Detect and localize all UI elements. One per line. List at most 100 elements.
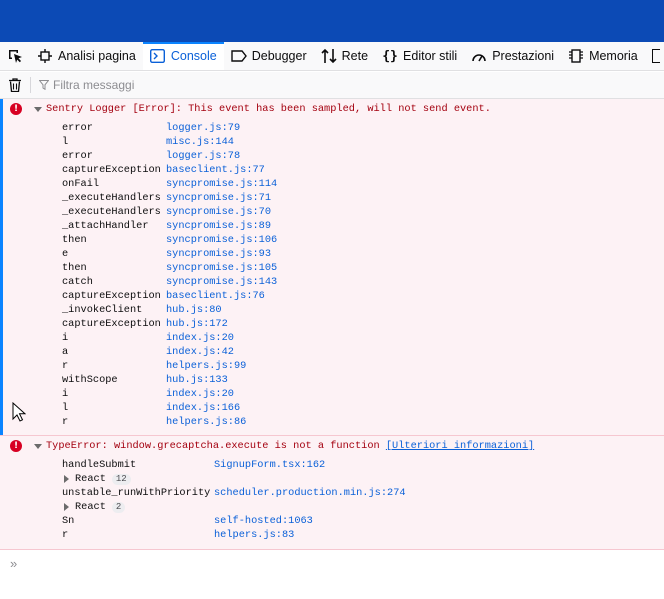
frame-location[interactable]: syncpromise.js:106 <box>166 233 277 247</box>
stack-frame[interactable]: a index.js:42 <box>62 345 277 359</box>
tab-network[interactable]: Rete <box>314 42 375 70</box>
stack-frame[interactable]: withScope hub.js:133 <box>62 373 277 387</box>
filter-messages-input[interactable]: Filtra messaggi <box>39 78 134 92</box>
frame-location[interactable]: syncpromise.js:89 <box>166 219 271 233</box>
console-output: ! Sentry Logger [Error]: This event has … <box>0 99 664 550</box>
stack-frame[interactable]: i index.js:20 <box>62 331 277 345</box>
frame-function: _executeHandlers <box>62 206 161 218</box>
frame-function: captureException <box>62 290 161 302</box>
learn-more-link[interactable]: [Ulteriori informazioni] <box>386 440 534 452</box>
frame-location[interactable]: hub.js:80 <box>166 303 222 317</box>
stack-frame[interactable]: error logger.js:79 <box>62 121 277 135</box>
tab-label: Debugger <box>251 49 307 63</box>
stack-frame[interactable]: handleSubmit SignupForm.tsx:162 <box>62 458 406 472</box>
console-error-message[interactable]: ! TypeError: window.grecaptcha.execute i… <box>0 436 664 550</box>
frame-location[interactable]: SignupForm.tsx:162 <box>214 458 325 472</box>
frame-function: l <box>62 402 69 414</box>
network-icon <box>321 48 337 64</box>
frame-location[interactable]: logger.js:79 <box>166 121 240 135</box>
frame-function: error <box>62 122 93 134</box>
tab-inspector[interactable]: Analisi pagina <box>30 42 143 70</box>
tab-console[interactable]: Console <box>142 42 224 70</box>
frame-location[interactable]: baseclient.js:76 <box>166 289 265 303</box>
frame-location[interactable]: hub.js:133 <box>166 373 228 387</box>
frame-location[interactable]: hub.js:172 <box>166 317 228 331</box>
frame-location[interactable]: misc.js:144 <box>166 135 234 149</box>
frame-function: onFail <box>62 178 100 190</box>
performance-icon <box>471 48 487 64</box>
devtools-toolbar: Analisi pagina Console Debugger Rete {} … <box>0 42 664 71</box>
error-icon: ! <box>10 103 22 115</box>
stack-frame[interactable]: r helpers.js:83 <box>62 528 406 542</box>
stack-frame[interactable]: l index.js:166 <box>62 401 277 415</box>
expand-group-icon <box>64 503 69 511</box>
frame-location[interactable]: index.js:166 <box>166 401 240 415</box>
collapsed-frame-group[interactable]: React 2 <box>62 500 406 514</box>
frame-location[interactable]: index.js:20 <box>166 387 234 401</box>
memory-icon <box>568 48 584 64</box>
frame-function: r <box>62 360 69 372</box>
frame-function: r <box>62 416 69 428</box>
stack-frame[interactable]: then syncpromise.js:105 <box>62 261 277 275</box>
frame-location[interactable]: syncpromise.js:114 <box>166 177 277 191</box>
stack-frame[interactable]: _attachHandler syncpromise.js:89 <box>62 219 277 233</box>
frame-location[interactable]: syncpromise.js:105 <box>166 261 277 275</box>
frame-location[interactable]: syncpromise.js:93 <box>166 247 271 261</box>
frame-location[interactable]: baseclient.js:77 <box>166 163 265 177</box>
style-editor-icon: {} <box>382 48 398 64</box>
error-text: TypeError: window.grecaptcha.execute is … <box>46 440 380 452</box>
expand-toggle-icon[interactable] <box>34 444 42 449</box>
frame-function: withScope <box>62 374 118 386</box>
frame-location[interactable]: syncpromise.js:70 <box>166 205 271 219</box>
console-error-message[interactable]: ! Sentry Logger [Error]: This event has … <box>0 99 664 436</box>
stack-frame[interactable]: _invokeClient hub.js:80 <box>62 303 277 317</box>
stack-frame[interactable]: r helpers.js:86 <box>62 415 277 429</box>
stack-frame[interactable]: l misc.js:144 <box>62 135 277 149</box>
stack-frame[interactable]: then syncpromise.js:106 <box>62 233 277 247</box>
element-picker-button[interactable] <box>0 42 30 70</box>
stack-frame[interactable]: captureException hub.js:172 <box>62 317 277 331</box>
frame-location[interactable]: index.js:20 <box>166 331 234 345</box>
stack-frame[interactable]: onFail syncpromise.js:114 <box>62 177 277 191</box>
stack-frame[interactable]: error logger.js:78 <box>62 149 277 163</box>
stack-frame[interactable]: e syncpromise.js:93 <box>62 247 277 261</box>
frame-location[interactable]: helpers.js:83 <box>214 528 294 542</box>
error-icon: ! <box>10 440 22 452</box>
frame-location[interactable]: helpers.js:99 <box>166 359 246 373</box>
frame-location[interactable]: scheduler.production.min.js:274 <box>214 486 406 500</box>
console-input[interactable]: » <box>0 550 664 576</box>
frame-location[interactable]: helpers.js:86 <box>166 415 246 429</box>
toolbar-separator <box>30 77 31 93</box>
group-count-badge: 12 <box>111 473 131 485</box>
frame-location[interactable]: logger.js:78 <box>166 149 240 163</box>
collapsed-frame-group[interactable]: React 12 <box>62 472 406 486</box>
frame-location[interactable]: self-hosted:1063 <box>214 514 313 528</box>
filter-placeholder: Filtra messaggi <box>53 78 135 92</box>
frame-function: _invokeClient <box>62 304 143 316</box>
window-titlebar <box>0 0 664 42</box>
stack-frame[interactable]: _executeHandlers syncpromise.js:70 <box>62 205 277 219</box>
group-label: React <box>75 473 106 485</box>
frame-location[interactable]: index.js:42 <box>166 345 234 359</box>
stack-frame[interactable]: captureException baseclient.js:76 <box>62 289 277 303</box>
trash-icon <box>9 78 21 92</box>
stack-frame[interactable]: r helpers.js:99 <box>62 359 277 373</box>
frame-function: unstable_runWithPriority <box>62 487 211 499</box>
stack-frame[interactable]: i index.js:20 <box>62 387 277 401</box>
stack-frame[interactable]: unstable_runWithPriority scheduler.produc… <box>62 486 406 500</box>
group-count-badge: 2 <box>111 501 126 513</box>
stack-frame[interactable]: catch syncpromise.js:143 <box>62 275 277 289</box>
tab-debugger[interactable]: Debugger <box>224 42 314 70</box>
frame-location[interactable]: syncpromise.js:71 <box>166 191 271 205</box>
overflow-tab-icon <box>651 49 660 63</box>
tab-memory[interactable]: Memoria <box>561 42 660 70</box>
stack-frame[interactable]: _executeHandlers syncpromise.js:71 <box>62 191 277 205</box>
expand-toggle-icon[interactable] <box>34 107 42 112</box>
element-picker-icon <box>9 50 22 63</box>
stack-frame[interactable]: Sn self-hosted:1063 <box>62 514 406 528</box>
frame-location[interactable]: syncpromise.js:143 <box>166 275 277 289</box>
tab-performance[interactable]: Prestazioni <box>464 42 561 70</box>
clear-console-button[interactable] <box>0 72 30 99</box>
tab-style-editor[interactable]: {} Editor stili <box>375 42 464 70</box>
stack-frame[interactable]: captureException baseclient.js:77 <box>62 163 277 177</box>
